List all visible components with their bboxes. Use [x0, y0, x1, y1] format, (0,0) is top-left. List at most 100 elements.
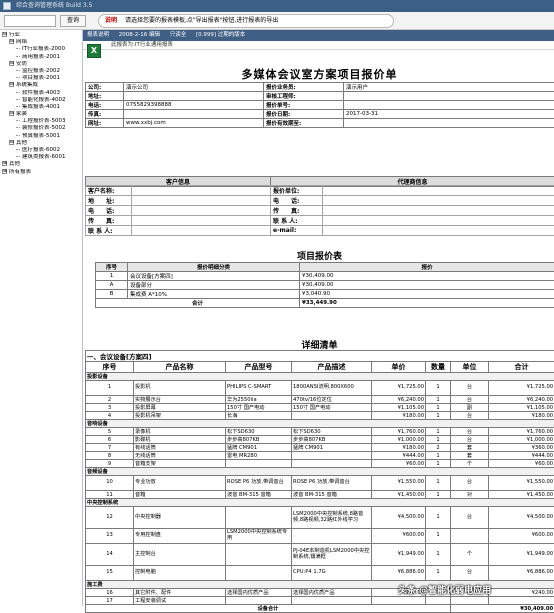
detail-price: ¥600.00: [372, 529, 426, 544]
tree-item[interactable]: ⊞所有报表: [0, 169, 82, 176]
tree-item[interactable]: ⊟行业: [0, 32, 82, 39]
tree-toggle-icon[interactable]: ⊟: [9, 39, 14, 44]
quote-index: A: [96, 281, 128, 290]
quote-total-value: ¥33,449.90: [300, 299, 554, 308]
tree-item[interactable]: IT行业报表-2000: [0, 46, 82, 53]
tree-item[interactable]: 项目报表-2001: [0, 75, 82, 82]
detail-product: 投影机吊架: [134, 412, 226, 420]
detail-model: [226, 460, 292, 468]
detail-price: ¥1,760.00: [372, 428, 426, 436]
detail-index: 3: [86, 404, 134, 412]
detail-subtotal: ¥60.00: [489, 460, 554, 468]
detail-model: 步步高807KB: [226, 436, 292, 444]
detail-model: [226, 566, 292, 581]
tree-item[interactable]: 商用报表-2001: [0, 54, 82, 61]
detail-qty: 1: [426, 381, 451, 396]
detail-category-row: 投影设备: [86, 373, 554, 381]
tree-toggle-icon[interactable]: ⊟: [9, 61, 14, 66]
detail-unit: 套: [451, 444, 489, 452]
tree-item[interactable]: ⊟网络: [0, 39, 82, 46]
detail-row: 4投影机吊架长海¥180.001台¥180.00: [86, 412, 554, 420]
detail-qty: 2: [426, 444, 451, 452]
info-label: 网址:: [86, 119, 124, 128]
detail-unit: 台: [451, 412, 489, 420]
tree-item[interactable]: ⊟系统集成: [0, 82, 82, 89]
cust-row: 地 址:电 话:: [86, 196, 554, 206]
detail-product: 投影机: [134, 381, 226, 396]
detail-index: 16: [86, 589, 134, 597]
info-label: 地址:: [86, 92, 124, 101]
tree-item[interactable]: ⊞其他: [0, 161, 82, 168]
search-input[interactable]: [4, 15, 56, 27]
quote-row: 1会议设备[方案四]¥30,409.00: [96, 272, 554, 281]
tree-item[interactable]: 预算报表-5001: [0, 133, 82, 140]
quote-category: 设备部分: [128, 281, 300, 290]
detail-price: ¥180.00: [372, 444, 426, 452]
detail-subtotal: ¥1,450.00: [489, 491, 554, 499]
detail-model: [226, 507, 292, 529]
detail-header-row: 序号产品名称产品型号产品描述单价数量单位合计: [86, 362, 554, 373]
window-titlebar: 综合查询管理系统 Build 3.5: [0, 0, 554, 12]
tree-item[interactable]: ⊟其他: [0, 140, 82, 147]
detail-desc: [292, 452, 372, 460]
detail-subtotal: ¥1,105.00: [489, 404, 554, 412]
tree-item-label: 医疗报表-6002: [22, 147, 60, 153]
detail-index: 2: [86, 396, 134, 404]
tree-item[interactable]: ⊟家装: [0, 111, 82, 118]
detail-price: ¥6,886.00: [372, 566, 426, 581]
tree-item[interactable]: 智能化报表-4002: [0, 97, 82, 104]
query-button[interactable]: 查询: [60, 15, 86, 27]
detail-row: 12中央控制器LSM2000中央控制系统,8路音频,8路视频,32路红外线学习¥…: [86, 507, 554, 529]
tree-toggle-icon[interactable]: ⊞: [2, 161, 7, 166]
detail-subtotal: ¥1,949.00: [489, 544, 554, 566]
quote-header-row: 序号报价明细分类报价: [96, 263, 554, 272]
quote-total-row: 合计¥33,449.90: [96, 299, 554, 308]
tree-toggle-icon[interactable]: ⊟: [9, 111, 14, 116]
tree-toggle-icon[interactable]: ⊟: [2, 32, 7, 37]
detail-group-label: 一、会议设备[方案四]: [86, 351, 554, 362]
info-label: 审核工程师:: [264, 92, 344, 101]
excel-export-icon[interactable]: X: [87, 44, 101, 58]
agent-value: [323, 206, 554, 216]
cust-label: 客户名称:: [86, 186, 132, 196]
detail-product: 音箱支架: [134, 460, 226, 468]
agent-label: 联 系 人:: [271, 216, 323, 226]
detail-price: ¥60.00: [372, 460, 426, 468]
detail-qty: 1: [426, 428, 451, 436]
detail-desc: 1800ANSI流明,800X600: [292, 381, 372, 396]
quote-category: 集成费 A*10%: [128, 290, 300, 299]
tree-toggle-icon[interactable]: ⊟: [9, 82, 14, 87]
hint-box: 说明 请选择您要的报表模板,点"导出报表"按钮,进行报表的导出: [98, 14, 394, 28]
tree-branch-line: [16, 149, 20, 150]
detail-index: 5: [86, 428, 134, 436]
tree-item[interactable]: 工程报价表-5003: [0, 118, 82, 125]
cust-row: 电 话:传 真:: [86, 206, 554, 216]
report-note-label[interactable]: 报表说明: [87, 32, 109, 38]
tree-item[interactable]: 集成报表-4001: [0, 104, 82, 111]
tree-item[interactable]: 装修报价表-5002: [0, 125, 82, 132]
tree-item-label: 工程报价表-5003: [22, 118, 65, 124]
tree-item[interactable]: 监控报表-2002: [0, 68, 82, 75]
info-value: [124, 92, 264, 101]
tree-item[interactable]: ⊟安防: [0, 61, 82, 68]
tree-toggle-icon[interactable]: ⊟: [9, 140, 14, 145]
detail-row: 15控制电脑CPU:P4 1.7G¥6,886.001台¥6,886.00: [86, 566, 554, 581]
tree-item[interactable]: 软件报表-4003: [0, 90, 82, 97]
detail-product: 专用控制盘: [134, 529, 226, 544]
tree-item-label: 软件报表-4003: [22, 90, 60, 96]
tree-item[interactable]: 建筑类报表-6001: [0, 154, 82, 161]
quote-table: 序号报价明细分类报价1会议设备[方案四]¥30,409.00A设备部分¥30,4…: [95, 262, 554, 308]
detail-unit: 台: [451, 476, 489, 491]
report-page: 多媒体会议室方案项目报价单 公司:演示公司报价业务员:演示用户地址:审核工程师:…: [85, 62, 554, 606]
quote-price: ¥3,040.90: [300, 290, 554, 299]
detail-desc: [292, 597, 372, 605]
detail-desc: CPU:P4 1.7G: [292, 566, 372, 581]
agent-label: 报价单位:: [271, 186, 323, 196]
tree-toggle-icon[interactable]: ⊞: [2, 169, 7, 174]
agent-label: 电 话:: [271, 196, 323, 206]
tree-item[interactable]: 医疗报表-6002: [0, 147, 82, 154]
detail-product: 录像机: [134, 428, 226, 436]
detail-index: 14: [86, 544, 134, 566]
info-value: [124, 110, 264, 119]
detail-category-label: 投影设备: [86, 373, 554, 381]
